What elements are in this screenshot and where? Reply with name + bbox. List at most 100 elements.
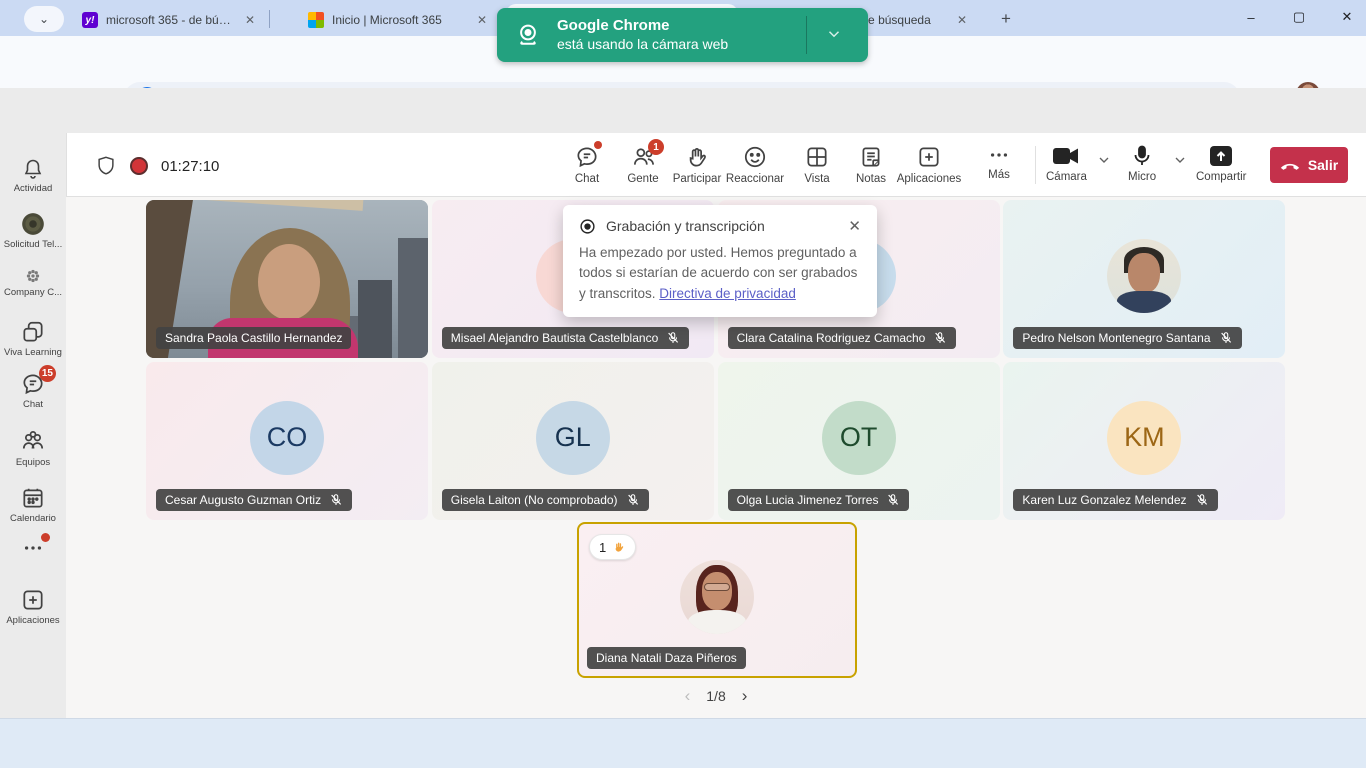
share-button[interactable]: Compartir — [1196, 144, 1246, 183]
viva-learning-icon — [20, 319, 46, 345]
meeting-button-aplicaciones[interactable]: Aplicaciones — [902, 144, 956, 185]
participant-tile[interactable]: Diana Natali Daza Piñeros 1 — [577, 522, 857, 678]
meeting-button-vista[interactable]: Vista — [790, 144, 844, 185]
toolbar-divider — [1035, 146, 1036, 184]
tab-close-button[interactable]: ✕ — [242, 12, 258, 28]
window-close-button[interactable]: ✕ — [1332, 4, 1362, 30]
notes-icon — [858, 144, 884, 170]
hangup-icon — [1280, 159, 1300, 171]
tab-close-button[interactable]: ✕ — [954, 12, 970, 28]
meeting-button-notas[interactable]: Notas — [844, 144, 898, 185]
sidebar-item-equipos[interactable]: Equipos — [0, 423, 66, 468]
mic-button[interactable]: Micro — [1128, 144, 1156, 183]
browser-tab[interactable]: y! microsoft 365 - de búsqueda ✕ — [74, 4, 266, 36]
participant-name: Sandra Paola Castillo Hernandez — [165, 331, 342, 345]
mic-muted-icon — [329, 493, 343, 507]
mic-muted-icon — [626, 493, 640, 507]
sidebar-item-viva-learning[interactable]: Viva Learning — [0, 313, 66, 358]
participant-tile[interactable]: KM Karen Luz Gonzalez Melendez — [1003, 362, 1285, 520]
meeting-timer: 01:27:10 — [161, 158, 219, 175]
participant-photo-avatar — [680, 560, 754, 634]
new-tab-button[interactable]: + — [995, 8, 1017, 30]
participant-name: Gisela Laiton (No comprobado) — [451, 493, 618, 507]
participant-tile[interactable]: Pedro Nelson Montenegro Santana — [1003, 200, 1285, 358]
meeting-button-m-s[interactable]: Más — [972, 144, 1026, 181]
tab-close-button[interactable]: ✕ — [474, 12, 490, 28]
participant-name: Clara Catalina Rodriguez Camacho — [737, 331, 926, 345]
window-minimize-button[interactable]: – — [1236, 4, 1266, 30]
participant-avatar: CO — [250, 401, 324, 475]
sidebar-item-calendario[interactable]: Calendario — [0, 479, 66, 524]
shield-icon[interactable] — [95, 155, 117, 177]
calendar-icon — [20, 485, 46, 511]
toast-divider — [806, 16, 807, 54]
apps-plus-icon — [20, 587, 46, 613]
more-dots-icon — [988, 144, 1010, 166]
sidebar-item-company-c[interactable]: Company C... — [0, 261, 66, 298]
hand-icon — [611, 540, 626, 555]
participant-tile[interactable]: OT Olga Lucia Jimenez Torres — [718, 362, 1000, 520]
dialog-close-icon[interactable]: ✕ — [848, 217, 861, 235]
toast-message: está usando la cámara web — [557, 36, 728, 54]
participant-name: Pedro Nelson Montenegro Santana — [1022, 331, 1210, 345]
tab-title: Inicio | Microsoft 365 — [332, 13, 466, 27]
window-maximize-button[interactable]: ▢ — [1284, 4, 1314, 30]
mic-label: Micro — [1128, 171, 1156, 183]
share-label: Compartir — [1196, 171, 1246, 183]
button-badge: 1 — [648, 139, 664, 155]
meeting-button-reaccionar[interactable]: Reaccionar — [728, 144, 782, 185]
mic-chevron-icon[interactable] — [1172, 152, 1188, 168]
yahoo-icon: y! — [82, 12, 98, 28]
participant-tile[interactable]: GL Gisela Laiton (No comprobado) — [432, 362, 714, 520]
sidebar-item-solicitud-tel[interactable]: Solicitud Tel... — [0, 205, 66, 250]
participant-tile[interactable]: Sandra Paola Castillo Hernandez — [146, 200, 428, 358]
sidebar-item-aplicaciones[interactable]: Aplicaciones — [0, 581, 66, 626]
leave-meeting-button[interactable]: Salir — [1270, 147, 1348, 183]
participant-name: Cesar Augusto Guzman Ortiz — [165, 493, 321, 507]
dialog-title: Grabación y transcripción — [606, 218, 838, 234]
page-prev-button[interactable]: ‹ — [685, 686, 691, 706]
stage-pagination: ‹ 1/8 › — [66, 686, 1366, 706]
raise-hand-icon — [684, 144, 710, 170]
participant-name: Diana Natali Daza Piñeros — [596, 651, 737, 665]
meeting-timer-group: 01:27:10 — [95, 155, 219, 177]
toast-chevron-down-icon[interactable] — [825, 25, 843, 43]
microsoft365-icon — [308, 12, 324, 28]
sidebar-badge: 15 — [39, 365, 56, 382]
meeting-button-gente[interactable]: Gente 1 — [616, 144, 670, 185]
participant-avatar: KM — [1107, 401, 1181, 475]
privacy-policy-link[interactable]: Directiva de privacidad — [659, 286, 796, 301]
participant-name: Misael Alejandro Bautista Castelblanco — [451, 331, 658, 345]
mic-muted-icon — [666, 331, 680, 345]
camera-chevron-icon[interactable] — [1096, 152, 1112, 168]
windows-taskbar: 1 12°C Mayorm. nublado Buscar TP ESPLAA … — [0, 718, 1366, 768]
tab-search-button[interactable]: ⌄ — [24, 6, 64, 32]
mic-muted-icon — [886, 493, 900, 507]
bell-icon — [21, 157, 45, 181]
camera-label: Cámara — [1046, 171, 1087, 183]
tab-divider — [269, 10, 270, 28]
participant-avatar: OT — [822, 401, 896, 475]
sidebar-item-actividad[interactable]: Actividad — [0, 151, 66, 194]
recording-indicator-icon — [130, 157, 148, 175]
teams-header: T Búsqueda (Ctrl+Alt+E) ••• — [0, 88, 1366, 133]
meeting-button-participar[interactable]: Participar — [670, 144, 724, 185]
browser-tab[interactable]: Inicio | Microsoft 365 ✕ — [300, 4, 498, 36]
webcam-icon — [513, 20, 543, 50]
recording-dialog: Grabación y transcripción ✕ Ha empezado … — [563, 205, 877, 317]
sidebar-alert-dot — [41, 533, 50, 542]
sidebar-item-chat[interactable]: Chat 15 — [0, 365, 66, 410]
participant-avatar: GL — [536, 401, 610, 475]
camera-button[interactable]: Cámara — [1046, 144, 1087, 183]
camera-usage-toast[interactable]: Google Chrome está usando la cámara web — [497, 8, 868, 62]
teams-sidebar: Actividad Solicitud Tel... Company C... … — [0, 133, 66, 718]
apps-plus-icon — [916, 144, 942, 170]
sidebar-item-more[interactable] — [0, 531, 66, 561]
button-alert-dot — [594, 141, 602, 149]
page-next-button[interactable]: › — [742, 686, 748, 706]
page-indicator: 1/8 — [706, 688, 725, 704]
participant-name: Karen Luz Gonzalez Melendez — [1022, 493, 1186, 507]
participant-photo-avatar — [1107, 239, 1181, 313]
meeting-button-chat[interactable]: Chat — [560, 144, 614, 185]
participant-tile[interactable]: CO Cesar Augusto Guzman Ortiz — [146, 362, 428, 520]
